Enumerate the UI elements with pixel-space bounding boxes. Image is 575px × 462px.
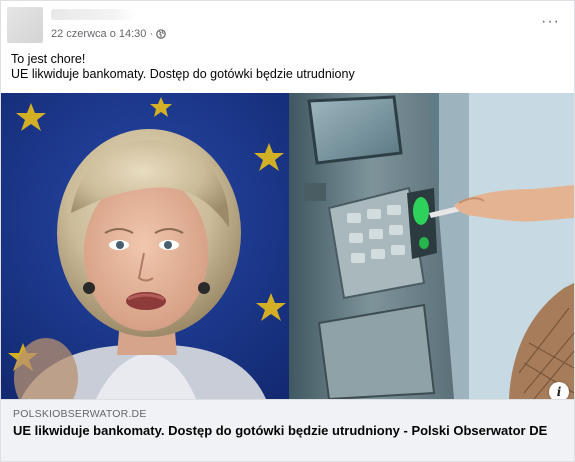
avatar[interactable]: [7, 7, 43, 43]
post-header: 22 czerwca o 14:30 · ···: [1, 1, 574, 43]
facebook-post: 22 czerwca o 14:30 · ··· To jest chore! …: [0, 0, 575, 462]
link-title[interactable]: UE likwiduje bankomaty. Dostęp do gotówk…: [13, 423, 563, 438]
post-text-line: UE likwiduje bankomaty. Dostęp do gotówk…: [11, 67, 355, 81]
author-name[interactable]: [51, 9, 137, 20]
woman-speaking-photo[interactable]: [1, 93, 289, 399]
ellipsis-icon[interactable]: ···: [541, 14, 560, 30]
globe-icon[interactable]: [156, 29, 166, 39]
atm-card-insertion-photo[interactable]: [289, 93, 574, 399]
post-meta: 22 czerwca o 14:30 ·: [51, 28, 166, 40]
link-preview[interactable]: POLSKIOBSERWATOR.DE UE likwiduje bankoma…: [1, 399, 574, 461]
post-text: To jest chore! UE likwiduje bankomaty. D…: [11, 52, 355, 82]
link-domain: POLSKIOBSERWATOR.DE: [13, 408, 147, 420]
post-text-line: To jest chore!: [11, 52, 86, 66]
post-media[interactable]: [1, 93, 574, 399]
timestamp[interactable]: 22 czerwca o 14:30 ·: [51, 28, 153, 40]
